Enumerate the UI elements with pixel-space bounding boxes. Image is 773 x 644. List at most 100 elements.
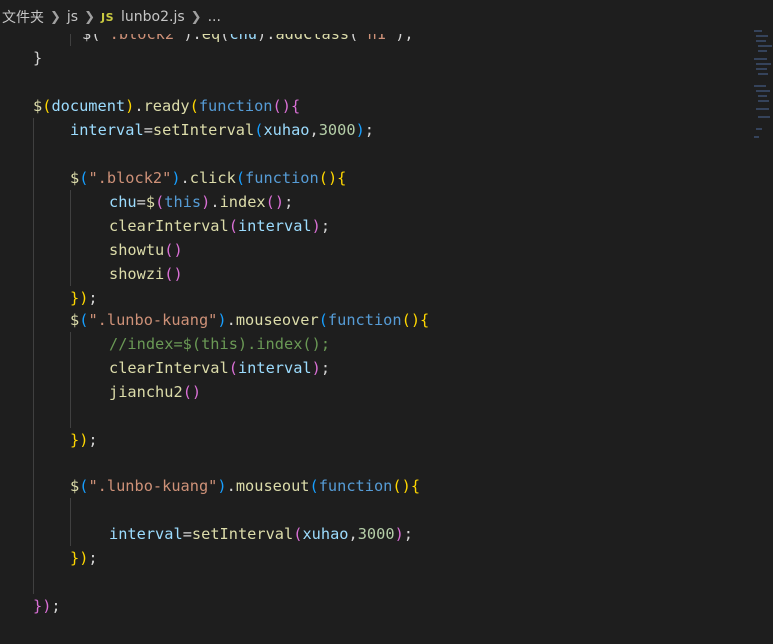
chevron-right-icon: ❯ bbox=[84, 9, 95, 25]
code-token: ( bbox=[155, 193, 165, 211]
code-line[interactable]: $(document).ready(function(){ bbox=[33, 94, 300, 118]
code-token: ) bbox=[355, 121, 365, 139]
code-token: (){ bbox=[318, 169, 347, 187]
minimap-line bbox=[754, 136, 759, 138]
code-token: } bbox=[33, 49, 43, 67]
code-token: function bbox=[327, 311, 402, 329]
code-line[interactable]: }); bbox=[70, 286, 98, 310]
code-token: = bbox=[182, 525, 192, 543]
minimap-line bbox=[754, 58, 767, 60]
code-line[interactable]: showzi() bbox=[109, 262, 183, 286]
minimap-line bbox=[758, 50, 767, 52]
minimap[interactable] bbox=[750, 30, 773, 142]
indent-guide bbox=[70, 498, 71, 546]
code-line[interactable]: $(".lunbo-kuang").mouseout(function(){ bbox=[70, 474, 420, 498]
code-token: mouseout bbox=[235, 477, 310, 495]
minimap-line bbox=[758, 45, 772, 47]
code-token: = bbox=[143, 121, 153, 139]
breadcrumb-file[interactable]: lunbo2.js bbox=[121, 9, 185, 25]
code-token: ) bbox=[217, 311, 227, 329]
breadcrumb-js-folder[interactable]: js bbox=[67, 9, 78, 25]
code-token: $ bbox=[33, 97, 43, 115]
code-token: setInterval bbox=[191, 525, 294, 543]
code-token: xuhao bbox=[263, 121, 310, 139]
code-token: interval bbox=[109, 525, 183, 543]
code-line[interactable]: clearInterval(interval); bbox=[109, 356, 330, 380]
code-token: ( bbox=[189, 97, 199, 115]
code-token: clearInterval bbox=[109, 217, 229, 235]
vertical-scrollbar[interactable] bbox=[745, 0, 749, 644]
code-token: function bbox=[318, 477, 393, 495]
code-token: , bbox=[309, 121, 319, 139]
code-token: ( bbox=[228, 217, 238, 235]
indent-guide bbox=[70, 332, 71, 428]
code-token: ) bbox=[311, 359, 321, 377]
minimap-line bbox=[756, 128, 762, 130]
code-line[interactable]: interval=setInterval(xuhao,3000); bbox=[109, 522, 413, 546]
breadcrumb-folder[interactable]: 文件夹 bbox=[2, 7, 44, 27]
code-token: jianchu2 bbox=[109, 383, 183, 401]
minimap-line bbox=[756, 63, 771, 65]
code-token: click bbox=[189, 169, 236, 187]
code-token: ) bbox=[217, 477, 227, 495]
code-token: }) bbox=[70, 431, 89, 449]
code-token: 3000 bbox=[357, 525, 395, 543]
minimap-line bbox=[754, 30, 762, 32]
code-token: mouseover bbox=[235, 311, 319, 329]
code-token: (){ bbox=[401, 311, 430, 329]
code-token: ready bbox=[143, 97, 190, 115]
code-token: showzi bbox=[109, 265, 165, 283]
code-token: interval bbox=[237, 359, 312, 377]
chevron-right-icon: ❯ bbox=[190, 9, 202, 25]
code-line[interactable]: }); bbox=[33, 594, 61, 618]
breadcrumb: 文件夹 ❯ js ❯ JS lunbo2.js ❯ ... bbox=[0, 0, 747, 34]
code-token: }) bbox=[70, 289, 89, 307]
minimap-line bbox=[756, 68, 767, 70]
code-token: ; bbox=[320, 359, 331, 377]
code-line[interactable]: chu=$(this).index(); bbox=[109, 190, 293, 214]
code-token: $ bbox=[70, 477, 80, 495]
code-line[interactable]: interval=setInterval(xuhao,3000); bbox=[70, 118, 374, 142]
code-token: ( bbox=[228, 359, 238, 377]
code-token: this bbox=[164, 193, 202, 211]
code-line[interactable]: showtu() bbox=[109, 238, 183, 262]
code-token: . bbox=[134, 97, 144, 115]
code-token: ".lunbo-kuang" bbox=[88, 311, 218, 329]
code-editor[interactable]: $(".block2").eq(chu).addClass("h1");} $(d… bbox=[0, 0, 745, 644]
code-token: setInterval bbox=[152, 121, 255, 139]
chevron-right-icon: ❯ bbox=[50, 9, 61, 25]
code-line[interactable]: jianchu2() bbox=[109, 380, 201, 404]
minimap-line bbox=[756, 90, 770, 92]
code-line[interactable]: $(".block2").click(function(){ bbox=[70, 166, 346, 190]
code-token: ; bbox=[88, 431, 98, 449]
code-line[interactable]: }); bbox=[70, 428, 98, 452]
code-token: () bbox=[265, 193, 285, 211]
code-line[interactable]: }); bbox=[70, 546, 98, 570]
code-token: , bbox=[348, 525, 358, 543]
code-token: ; bbox=[88, 549, 98, 567]
code-token: clearInterval bbox=[109, 359, 229, 377]
code-token: () bbox=[182, 383, 202, 401]
code-line[interactable]: } bbox=[33, 46, 42, 70]
code-token: = bbox=[136, 193, 146, 211]
code-token: ( bbox=[318, 311, 328, 329]
code-token: ".block2" bbox=[88, 169, 172, 187]
code-token: function bbox=[245, 169, 319, 187]
code-token: . bbox=[226, 477, 236, 495]
code-line[interactable]: clearInterval(interval); bbox=[109, 214, 330, 238]
breadcrumb-symbol[interactable]: ... bbox=[208, 9, 221, 25]
code-line[interactable]: //index=$(this).index(); bbox=[109, 332, 330, 356]
code-token: . bbox=[210, 193, 220, 211]
minimap-line bbox=[756, 40, 766, 42]
code-token: ) bbox=[125, 97, 135, 115]
code-token: 3000 bbox=[318, 121, 356, 139]
code-token: interval bbox=[70, 121, 144, 139]
minimap-line bbox=[754, 85, 766, 87]
indent-guide bbox=[70, 190, 71, 286]
code-token: $ bbox=[145, 193, 156, 211]
code-token: () bbox=[164, 265, 183, 283]
code-line[interactable]: $(".lunbo-kuang").mouseover(function(){ bbox=[70, 308, 429, 332]
code-token: $ bbox=[70, 169, 80, 187]
code-token: ; bbox=[88, 289, 98, 307]
minimap-line bbox=[756, 108, 769, 110]
